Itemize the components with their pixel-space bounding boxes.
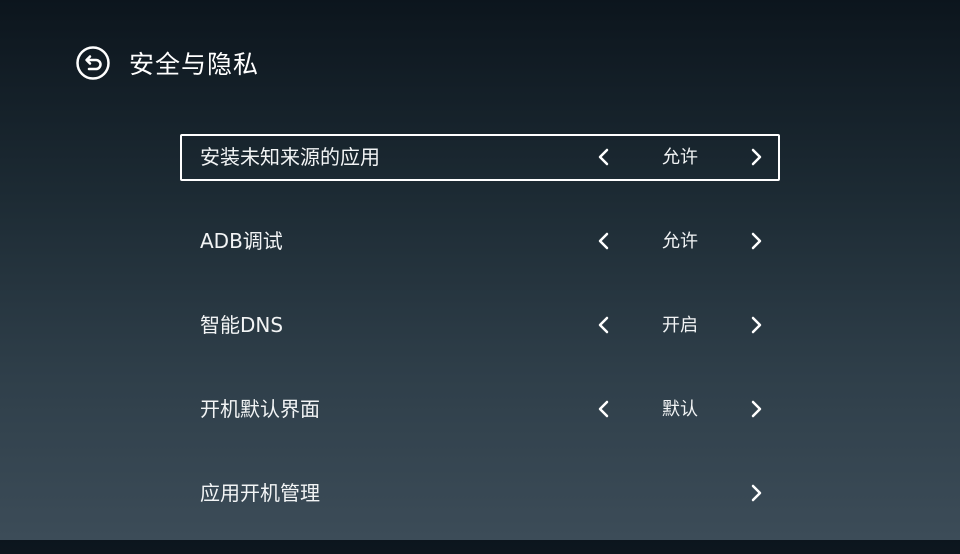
setting-label: 应用开机管理 [200, 481, 320, 505]
setting-label: 安装未知来源的应用 [200, 145, 380, 169]
chevron-left-icon[interactable] [594, 315, 614, 335]
setting-value: 允许 [662, 231, 698, 252]
page-title: 安全与隐私 [129, 50, 260, 79]
setting-adb-debugging[interactable]: ADB调试 允许 [180, 218, 780, 265]
chevron-right-icon[interactable] [746, 315, 766, 335]
setting-label: 智能DNS [200, 313, 284, 337]
chevron-right-icon[interactable] [746, 399, 766, 419]
setting-label: ADB调试 [200, 229, 283, 253]
chevron-right-icon[interactable] [746, 147, 766, 167]
setting-value: 默认 [662, 399, 698, 420]
setting-app-boot-management[interactable]: 应用开机管理 [180, 470, 780, 517]
chevron-left-icon[interactable] [594, 231, 614, 251]
chevron-right-icon[interactable] [746, 483, 766, 503]
settings-list: 安装未知来源的应用 允许 ADB调试 允许 智能DNS 开启 开机默认界面 默认… [180, 134, 780, 554]
chevron-right-icon[interactable] [746, 231, 766, 251]
setting-install-unknown-sources[interactable]: 安装未知来源的应用 允许 [180, 134, 780, 181]
setting-boot-default-screen[interactable]: 开机默认界面 默认 [180, 386, 780, 433]
setting-label: 开机默认界面 [200, 397, 320, 421]
setting-value: 允许 [662, 147, 698, 168]
back-icon[interactable] [75, 45, 111, 81]
chevron-left-icon[interactable] [594, 399, 614, 419]
page-header: 安全与隐私 [75, 44, 259, 82]
setting-value: 开启 [662, 315, 698, 336]
chevron-left-icon[interactable] [594, 147, 614, 167]
setting-smart-dns[interactable]: 智能DNS 开启 [180, 302, 780, 349]
